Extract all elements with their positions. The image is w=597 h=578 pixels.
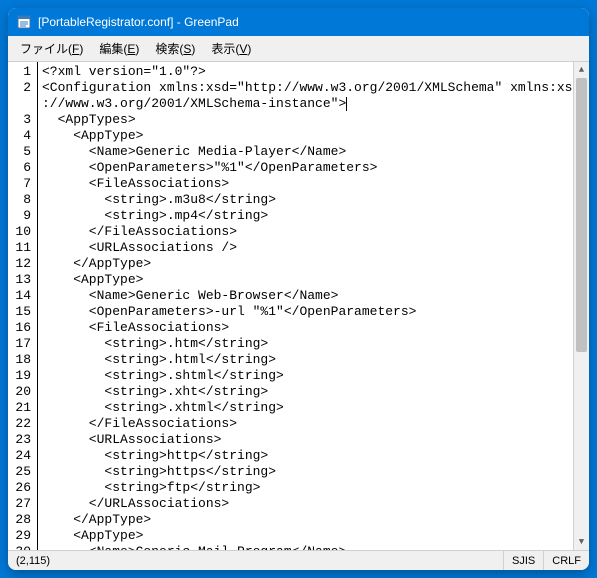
line-number: 9 (12, 208, 31, 224)
line-number: 29 (12, 528, 31, 544)
scroll-track[interactable] (574, 78, 589, 534)
line-number: 11 (12, 240, 31, 256)
app-window: [PortableRegistrator.conf] - GreenPad ファ… (8, 8, 589, 570)
line-number: 20 (12, 384, 31, 400)
menubar: ファイル(F) 編集(E) 検索(S) 表示(V) (8, 36, 589, 62)
line-number: 16 (12, 320, 31, 336)
app-icon (16, 14, 32, 30)
line-number: 22 (12, 416, 31, 432)
line-number: 5 (12, 144, 31, 160)
text-cursor (346, 97, 347, 111)
code-line[interactable]: </FileAssociations> (42, 416, 569, 432)
code-line[interactable]: </URLAssociations> (42, 496, 569, 512)
line-number: 12 (12, 256, 31, 272)
code-line[interactable]: </AppType> (42, 256, 569, 272)
code-line[interactable]: ://www.w3.org/2001/XMLSchema-instance"> (42, 96, 569, 112)
line-number: 25 (12, 464, 31, 480)
menu-search[interactable]: 検索(S) (147, 38, 203, 59)
code-area[interactable]: <?xml version="1.0"?><Configuration xmln… (38, 62, 573, 550)
code-line[interactable]: </FileAssociations> (42, 224, 569, 240)
line-number: 1 (12, 64, 31, 80)
line-number: 4 (12, 128, 31, 144)
line-number-gutter: 1234567891011121314151617181920212223242… (8, 62, 38, 550)
code-line[interactable]: <AppType> (42, 528, 569, 544)
status-encoding[interactable]: SJIS (504, 551, 544, 570)
code-line[interactable]: <URLAssociations> (42, 432, 569, 448)
line-number: 2 (12, 80, 31, 96)
status-line-ending[interactable]: CRLF (544, 551, 589, 570)
menu-view[interactable]: 表示(V) (203, 38, 259, 59)
code-line[interactable]: <FileAssociations> (42, 176, 569, 192)
line-number: 27 (12, 496, 31, 512)
code-line[interactable]: <string>.mp4</string> (42, 208, 569, 224)
menu-edit[interactable]: 編集(E) (91, 38, 147, 59)
line-number: 18 (12, 352, 31, 368)
code-line[interactable]: <Name>Generic Media-Player</Name> (42, 144, 569, 160)
line-number: 8 (12, 192, 31, 208)
line-number: 24 (12, 448, 31, 464)
code-line[interactable]: <OpenParameters>"%1"</OpenParameters> (42, 160, 569, 176)
line-number: 7 (12, 176, 31, 192)
code-line[interactable]: <Name>Generic Mail-Program</Name> (42, 544, 569, 550)
line-number: 6 (12, 160, 31, 176)
line-number: 15 (12, 304, 31, 320)
code-line[interactable]: <string>.xhtml</string> (42, 400, 569, 416)
window-title: [PortableRegistrator.conf] - GreenPad (38, 15, 581, 29)
code-line[interactable]: </AppType> (42, 512, 569, 528)
line-number: 17 (12, 336, 31, 352)
code-line[interactable]: <string>http</string> (42, 448, 569, 464)
code-line[interactable]: <string>.htm</string> (42, 336, 569, 352)
line-number: 28 (12, 512, 31, 528)
line-number: 14 (12, 288, 31, 304)
code-line[interactable]: <Configuration xmlns:xsd="http://www.w3.… (42, 80, 569, 96)
code-line[interactable]: <AppTypes> (42, 112, 569, 128)
titlebar[interactable]: [PortableRegistrator.conf] - GreenPad (8, 8, 589, 36)
scroll-down-arrow-icon[interactable]: ▼ (574, 534, 589, 550)
line-number: 13 (12, 272, 31, 288)
scroll-up-arrow-icon[interactable]: ▲ (574, 62, 589, 78)
code-line[interactable]: <string>https</string> (42, 464, 569, 480)
vertical-scrollbar[interactable]: ▲ ▼ (573, 62, 589, 550)
line-number: 23 (12, 432, 31, 448)
editor[interactable]: 1234567891011121314151617181920212223242… (8, 62, 589, 550)
code-line[interactable]: <AppType> (42, 128, 569, 144)
line-number (12, 96, 31, 112)
status-cursor-position: (2,115) (8, 551, 504, 570)
line-number: 19 (12, 368, 31, 384)
code-line[interactable]: <?xml version="1.0"?> (42, 64, 569, 80)
code-line[interactable]: <Name>Generic Web-Browser</Name> (42, 288, 569, 304)
code-line[interactable]: <string>.html</string> (42, 352, 569, 368)
menu-file[interactable]: ファイル(F) (12, 38, 91, 59)
code-line[interactable]: <AppType> (42, 272, 569, 288)
code-line[interactable]: <string>.xht</string> (42, 384, 569, 400)
code-line[interactable]: <string>.shtml</string> (42, 368, 569, 384)
line-number: 10 (12, 224, 31, 240)
code-line[interactable]: <URLAssociations /> (42, 240, 569, 256)
code-line[interactable]: <OpenParameters>-url "%1"</OpenParameter… (42, 304, 569, 320)
statusbar: (2,115) SJIS CRLF (8, 550, 589, 570)
scroll-thumb[interactable] (576, 78, 587, 352)
code-line[interactable]: <FileAssociations> (42, 320, 569, 336)
line-number: 26 (12, 480, 31, 496)
line-number: 21 (12, 400, 31, 416)
line-number: 3 (12, 112, 31, 128)
code-line[interactable]: <string>.m3u8</string> (42, 192, 569, 208)
code-line[interactable]: <string>ftp</string> (42, 480, 569, 496)
line-number: 30 (12, 544, 31, 550)
